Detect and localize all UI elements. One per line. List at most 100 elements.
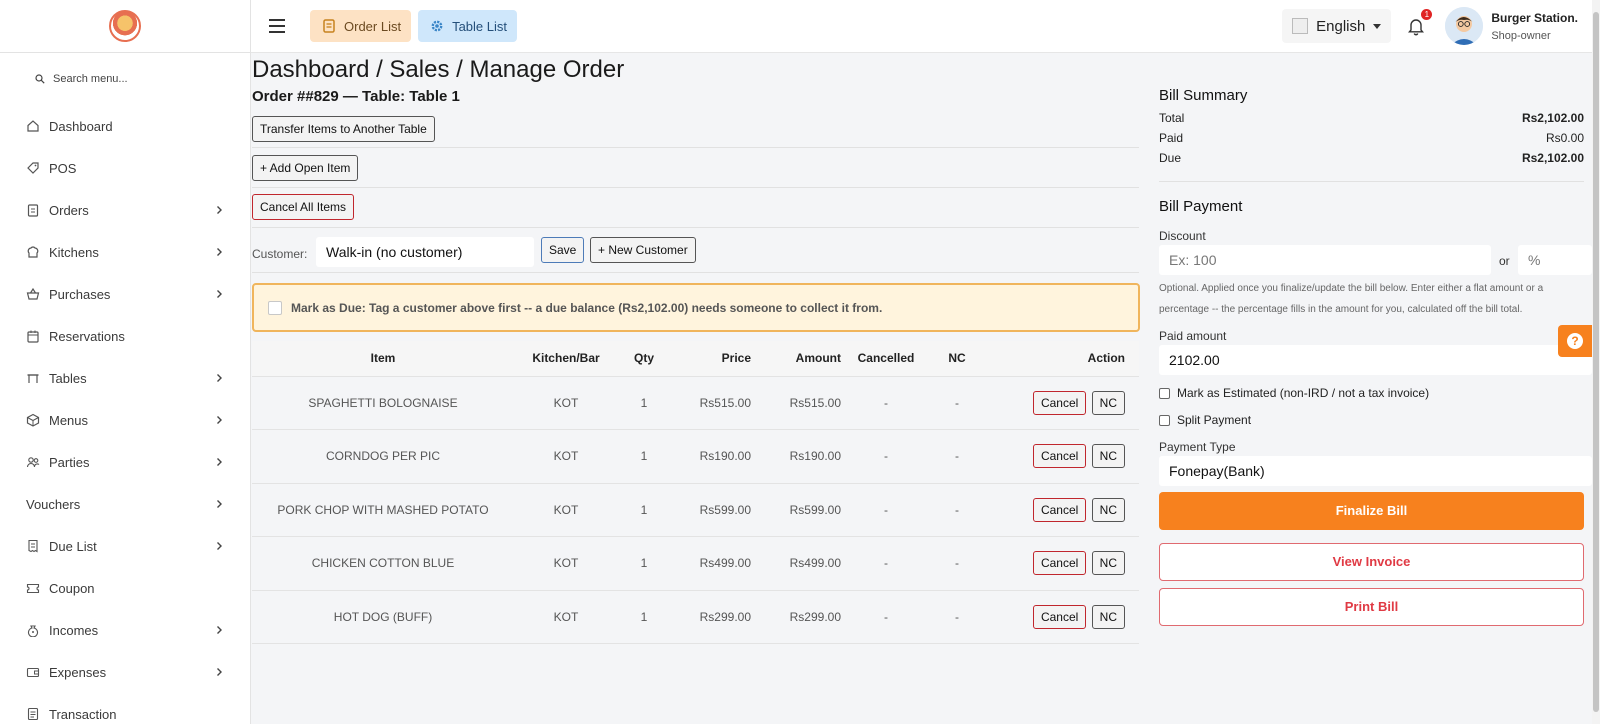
sidebar-item-kitchens[interactable]: Kitchens (0, 231, 250, 273)
paid-row: Paid Rs0.00 (1159, 131, 1584, 145)
cell-amount: Rs190.00 (751, 429, 841, 484)
help-button[interactable]: ? (1558, 325, 1592, 357)
cell-amount: Rs515.00 (751, 376, 841, 430)
user-role: Shop-owner (1491, 29, 1551, 42)
sidebar-item-dashboard[interactable]: Dashboard (0, 105, 250, 147)
cell-kitchen: KOT (514, 483, 618, 537)
nc-item-button[interactable]: NC (1091, 551, 1125, 576)
sidebar-item-label: Expenses (49, 664, 107, 680)
table-row: CHICKEN COTTON BLUE KOT 1 Rs499.00 Rs499… (252, 536, 1139, 591)
cancel-item-button[interactable]: Cancel (1032, 551, 1087, 576)
new-customer-button[interactable]: + New Customer (590, 237, 696, 263)
print-bill-button[interactable]: Print Bill (1159, 588, 1584, 626)
nc-item-button[interactable]: NC (1091, 604, 1125, 629)
payment-type-label: Payment Type (1159, 440, 1236, 454)
sidebar-item-coupon[interactable]: Coupon (0, 567, 250, 609)
sidebar-item-purchases[interactable]: Purchases (0, 273, 250, 315)
sidebar-item-expenses[interactable]: Expenses (0, 651, 250, 693)
sidebar: Search menu... Dashboard POS Orders Kitchen… (0, 0, 251, 724)
cancel-item-button[interactable]: Cancel (1032, 444, 1087, 469)
search-menu[interactable]: Search menu... (0, 53, 250, 105)
divider (252, 147, 1139, 148)
cell-price: Rs599.00 (670, 483, 751, 537)
sidebar-item-label: Purchases (49, 286, 111, 302)
divider (1159, 181, 1584, 182)
cancel-item-button[interactable]: Cancel (1032, 497, 1087, 522)
sidebar-item-tables[interactable]: Tables (0, 357, 250, 399)
table-header-row: Item Kitchen/Bar Qty Price Amount Cancel… (252, 341, 1139, 377)
cell-cancelled: - (841, 429, 931, 484)
nc-item-button[interactable]: NC (1091, 444, 1125, 469)
bill-summary-title: Bill Summary (1159, 87, 1248, 104)
cell-action: Cancel NC (983, 429, 1139, 484)
total-row: Total Rs2,102.00 (1159, 111, 1584, 125)
save-customer-button[interactable]: Save (541, 237, 585, 263)
avatar[interactable] (1445, 7, 1484, 45)
sidebar-item-label: Due List (49, 538, 97, 554)
sidebar-item-transaction[interactable]: Transaction (0, 693, 250, 724)
payment-type-select[interactable]: Fonepay(Bank) (1159, 456, 1592, 486)
add-open-item-button[interactable]: + Add Open Item (252, 155, 359, 181)
avatar-icon (1445, 7, 1484, 45)
tag-icon (26, 161, 40, 175)
cell-action: Cancel NC (983, 376, 1139, 430)
sidebar-menu: Dashboard POS Orders Kitchens Purchases Reser… (0, 105, 250, 724)
money-bag-icon (26, 623, 40, 637)
sidebar-item-reservations[interactable]: Reservations (0, 315, 250, 357)
divider (252, 187, 1139, 188)
table-icon (26, 371, 40, 385)
nc-item-button[interactable]: NC (1091, 497, 1125, 522)
estimated-row[interactable]: Mark as Estimated (non-IRD / not a tax i… (1159, 386, 1429, 400)
paid-value: Rs0.00 (1545, 131, 1584, 145)
chevron-right-icon (214, 499, 224, 509)
cancel-all-items-button[interactable]: Cancel All Items (252, 194, 355, 220)
table-row: PORK CHOP WITH MASHED POTATO KOT 1 Rs599… (252, 483, 1139, 537)
table-list-button[interactable]: Table List (418, 10, 517, 42)
scrollbar[interactable] (1592, 0, 1600, 724)
order-list-button[interactable]: Order List (310, 10, 412, 42)
cell-nc: - (931, 376, 983, 430)
chevron-right-icon (214, 457, 224, 467)
language-selector[interactable]: English (1282, 9, 1392, 43)
split-payment-row[interactable]: Split Payment (1159, 413, 1251, 427)
hamburger-icon[interactable] (269, 19, 285, 33)
estimated-checkbox[interactable] (1159, 387, 1170, 399)
nc-item-button[interactable]: NC (1091, 390, 1125, 415)
notification-bell[interactable]: 1 (1405, 9, 1433, 37)
sidebar-item-vouchers[interactable]: Vouchers (0, 483, 250, 525)
finalize-bill-button[interactable]: Finalize Bill (1159, 492, 1584, 530)
cell-item: CHICKEN COTTON BLUE (252, 536, 514, 591)
cell-item: CORNDOG PER PIC (252, 429, 514, 484)
cell-qty: 1 (618, 429, 670, 484)
discount-input[interactable]: Ex: 100 (1159, 245, 1491, 275)
cancel-item-button[interactable]: Cancel (1032, 604, 1087, 629)
paid-amount-input[interactable]: 2102.00 (1159, 345, 1592, 375)
cell-action: Cancel NC (983, 536, 1139, 591)
scrollbar-thumb[interactable] (1593, 12, 1599, 712)
sidebar-item-orders[interactable]: Orders (0, 189, 250, 231)
discount-percent-input[interactable]: % (1518, 245, 1592, 275)
brand-logo[interactable] (109, 10, 141, 42)
chevron-right-icon (214, 289, 224, 299)
sidebar-item-parties[interactable]: Parties (0, 441, 250, 483)
chevron-right-icon (214, 373, 224, 383)
mark-as-due-checkbox[interactable] (268, 300, 282, 315)
sidebar-item-incomes[interactable]: Incomes (0, 609, 250, 651)
sidebar-item-pos[interactable]: POS (0, 147, 250, 189)
split-payment-checkbox[interactable] (1159, 414, 1170, 426)
flag-icon (1292, 18, 1309, 34)
sidebar-item-menus[interactable]: Menus (0, 399, 250, 441)
user-info[interactable]: Burger Station. Shop-owner (1491, 11, 1578, 42)
cell-price: Rs499.00 (670, 536, 751, 591)
cancel-item-button[interactable]: Cancel (1032, 390, 1087, 415)
paid-label: Paid (1159, 131, 1184, 145)
discount-hint: Optional. Applied once you finalize/upda… (1159, 283, 1544, 315)
sidebar-item-label: Reservations (49, 328, 125, 344)
transfer-items-button[interactable]: Transfer Items to Another Table (252, 116, 435, 142)
calendar-icon (26, 329, 40, 343)
customer-select[interactable]: Walk-in (no customer) (316, 237, 534, 267)
view-invoice-button[interactable]: View Invoice (1159, 543, 1584, 581)
coupon-icon (26, 581, 40, 595)
sidebar-item-due-list[interactable]: Due List (0, 525, 250, 567)
breadcrumb: Dashboard / Sales / Manage Order (252, 56, 625, 83)
